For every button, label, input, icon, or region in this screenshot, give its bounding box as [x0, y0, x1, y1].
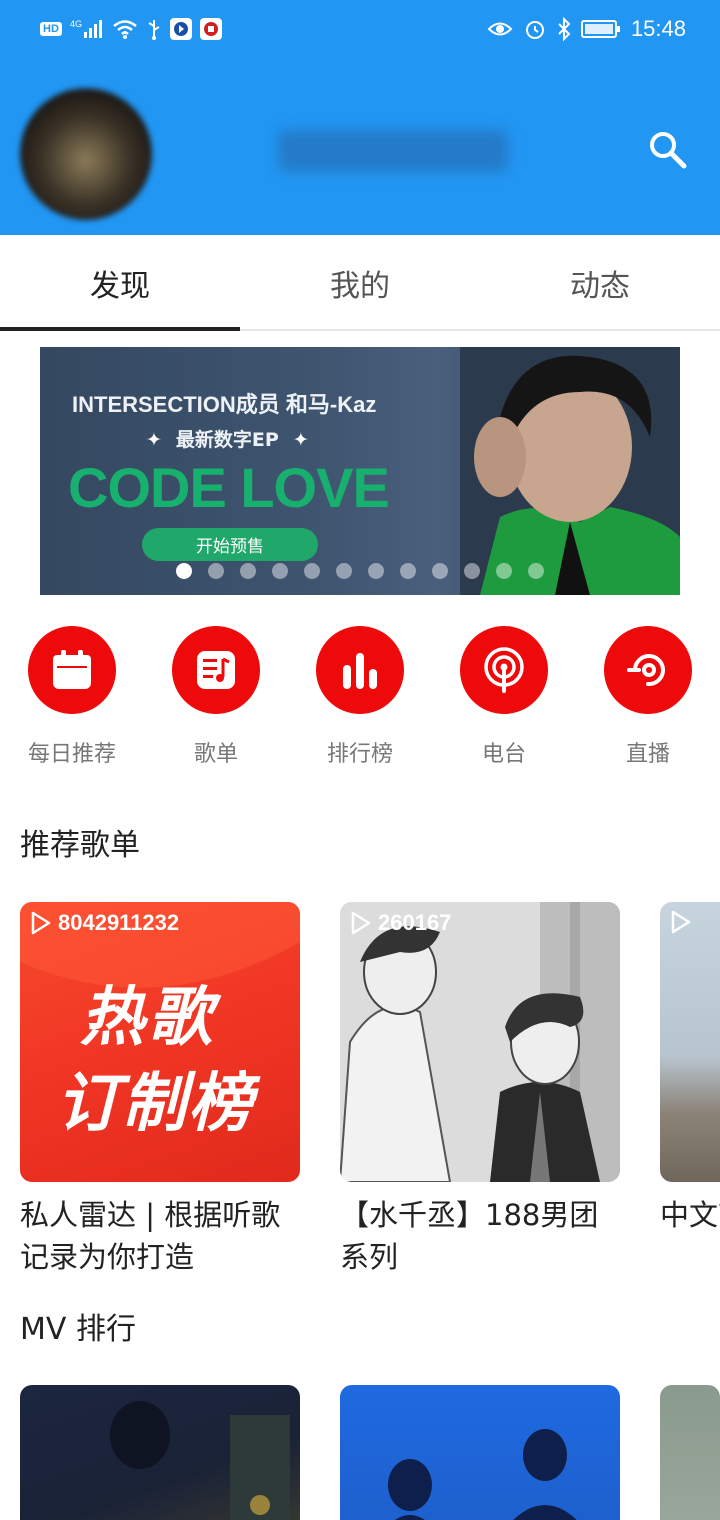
status-left: HD 4G — [40, 18, 222, 40]
carousel-dot[interactable] — [464, 563, 480, 579]
search-icon — [650, 132, 687, 169]
status-bar: HD 4G 15:48 — [0, 0, 720, 62]
play-count — [670, 910, 692, 934]
playlist-title: 私人雷达 | 根据听歌记录为你打造 — [20, 1198, 281, 1274]
playlist-card[interactable]: 中文节奏 — [660, 902, 720, 1236]
playlist-card[interactable]: 260167 【水千丞】188男团系列 — [340, 902, 620, 1278]
sparkle-icon: ✦ — [146, 429, 162, 451]
playlist-cover — [660, 902, 720, 1182]
cover-text-2: 订制榜 — [56, 1067, 254, 1141]
carousel-dot[interactable] — [528, 563, 544, 579]
play-icon — [351, 911, 371, 935]
bank-app-icon — [199, 18, 222, 40]
mv-card[interactable] — [660, 1385, 720, 1520]
signal-icon: 4G — [70, 19, 102, 38]
section-title-playlists: 推荐歌单 — [20, 828, 140, 863]
quick-daily[interactable]: 每日推荐 — [0, 626, 144, 776]
play-count-value: 260167 — [378, 910, 452, 935]
app-notification-icon — [169, 18, 192, 40]
carousel-dot[interactable] — [400, 563, 416, 579]
quick-live-label: 直播 — [625, 742, 670, 767]
quick-charts[interactable]: 排行榜 — [288, 626, 432, 776]
quick-live[interactable]: 直播 — [576, 626, 720, 776]
cover-text-1: 热歌 — [80, 981, 216, 1055]
quick-daily-label: 每日推荐 — [27, 742, 116, 767]
tab-discover[interactable]: 发现 — [0, 235, 240, 331]
banner-tagline-text: 最新数字EP — [175, 429, 279, 451]
banner-subtitle: INTERSECTION成员 和马-Kaz — [72, 392, 377, 417]
mv-card[interactable] — [340, 1385, 620, 1520]
user-avatar[interactable] — [20, 88, 152, 220]
carousel-dot[interactable] — [272, 563, 288, 579]
promo-banner[interactable]: INTERSECTION成员 和马-Kaz ✦ 最新数字EP ✦ CODE LOVE… — [40, 347, 680, 595]
carousel-dot[interactable] — [208, 563, 224, 579]
tab-discover-label: 发现 — [90, 269, 150, 304]
wifi-icon — [113, 20, 137, 39]
clock: 15:48 — [630, 16, 686, 41]
carousel-dot[interactable] — [240, 563, 256, 579]
tab-mine[interactable]: 我的 — [240, 235, 480, 331]
carousel-dot[interactable] — [368, 563, 384, 579]
tab-mine-label: 我的 — [330, 269, 390, 304]
quick-radio-label: 电台 — [481, 742, 526, 767]
carousel-dot[interactable] — [336, 563, 352, 579]
quick-playlist-label: 歌单 — [193, 742, 238, 767]
svg-text:4G: 4G — [70, 19, 82, 29]
bluetooth-icon — [558, 17, 571, 41]
play-count: 8042911232 — [30, 910, 179, 936]
battery-icon — [580, 20, 620, 38]
cover-art — [340, 902, 620, 1182]
live-icon — [604, 626, 692, 714]
artist-photo — [460, 347, 680, 595]
playlist-card[interactable]: 8042911232 热歌 订制榜 私人雷达 | 根据听歌记录为你打造 — [20, 902, 300, 1278]
calendar-icon — [28, 626, 116, 714]
mv-thumbnail — [110, 1401, 290, 1520]
carousel-dots — [176, 563, 544, 579]
banner-title: CODE LOVE — [68, 456, 390, 519]
play-icon — [31, 911, 51, 935]
search-button[interactable] — [646, 128, 690, 172]
carousel-dot[interactable] — [176, 563, 192, 579]
carousel-dot[interactable] — [432, 563, 448, 579]
app-header: HD 4G 15:48 — [0, 0, 720, 235]
play-count: 260167 — [350, 910, 451, 936]
quick-charts-label: 排行榜 — [326, 742, 393, 767]
top-tabs: 发现 我的 动态 — [0, 235, 720, 331]
playlist-cover: 8042911232 热歌 订制榜 — [20, 902, 300, 1182]
sparkle-icon: ✦ — [292, 429, 309, 451]
radio-icon — [460, 626, 548, 714]
tab-activity[interactable]: 动态 — [480, 235, 720, 331]
quick-radio[interactable]: 电台 — [432, 626, 576, 776]
quick-playlist[interactable]: 歌单 — [144, 626, 288, 776]
tab-indicator — [0, 327, 240, 331]
play-icon — [671, 910, 691, 934]
section-title-mv: MV 排行 — [20, 1312, 136, 1347]
play-count-value: 8042911232 — [58, 910, 180, 935]
usb-icon — [148, 20, 160, 40]
tab-activity-label: 动态 — [570, 269, 630, 304]
eye-comfort-icon — [487, 22, 513, 36]
chart-bars-icon — [316, 626, 404, 714]
hd-badge: HD — [40, 22, 62, 36]
mv-card[interactable] — [20, 1385, 300, 1520]
banner-tagline: ✦ 最新数字EP ✦ — [132, 425, 323, 452]
playlist-icon — [172, 626, 260, 714]
username-blurred[interactable] — [278, 130, 508, 172]
status-right: 15:48 — [487, 16, 686, 42]
playlist-title: 【水千丞】188男团系列 — [340, 1198, 599, 1274]
playlist-cover: 260167 — [340, 902, 620, 1182]
alarm-icon — [525, 21, 544, 39]
playlist-title: 中文节奏 — [660, 1198, 720, 1232]
presale-button[interactable]: 开始预售 — [142, 528, 318, 561]
carousel-dot[interactable] — [496, 563, 512, 579]
carousel-dot[interactable] — [304, 563, 320, 579]
mv-thumbnail — [388, 1429, 577, 1520]
